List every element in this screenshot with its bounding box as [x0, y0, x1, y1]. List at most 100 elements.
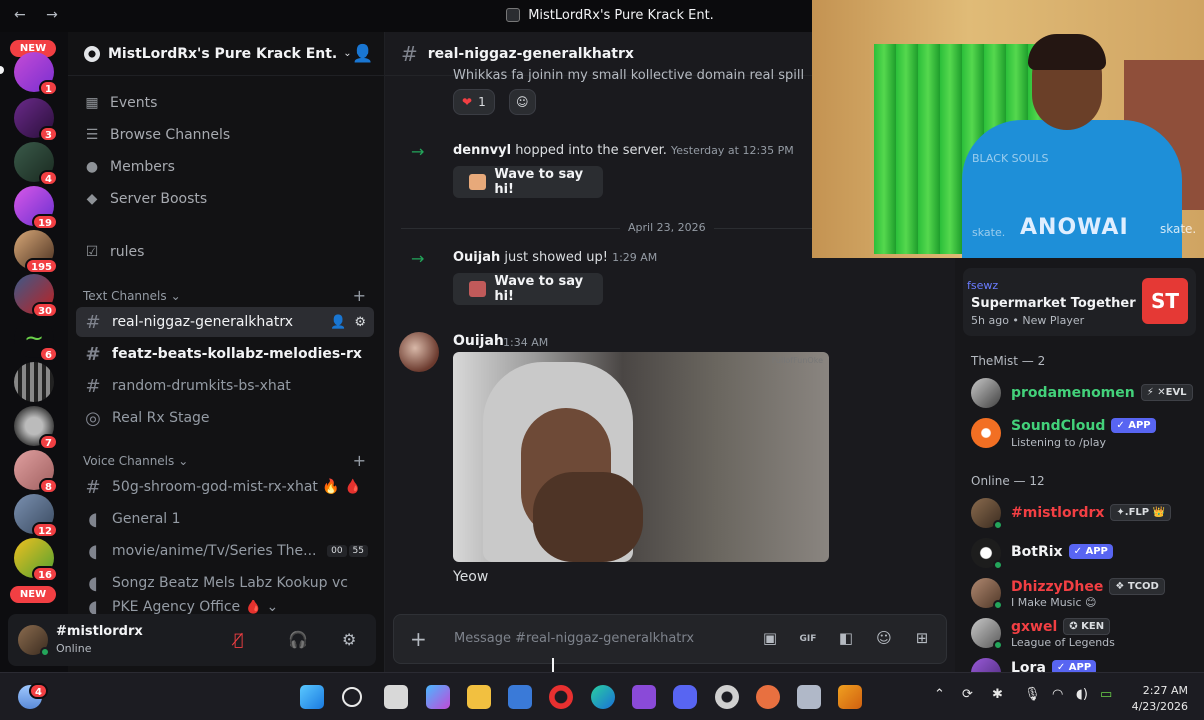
member-row[interactable]: SoundCloud ✓ APP Listening to /play — [971, 416, 1201, 450]
discord-icon[interactable] — [673, 685, 697, 709]
member-row[interactable]: gxwel ✪ KEN League of Legends — [971, 616, 1201, 650]
voice-channel-movie-anime[interactable]: ◖ movie/anime/Tv/Series The... 00 55 — [76, 536, 374, 566]
channel-real-niggaz-generalkhatrx[interactable]: # real-niggaz-generalkhatrx 👤 ⚙ — [76, 307, 374, 337]
voice-channel-songz-beatz[interactable]: ◖ Songz Beatz Mels Labz Kookup vc — [76, 568, 374, 598]
server-icon-2[interactable]: 3 — [14, 98, 58, 142]
timestamp: 1:29 AM — [612, 251, 658, 264]
sticker-icon[interactable]: ◧ — [836, 629, 856, 649]
outlook-icon[interactable] — [508, 685, 532, 709]
windows-start-icon[interactable] — [300, 685, 324, 709]
channel-50g-shroom[interactable]: # 50g-shroom-god-mist-rx-xhat 🔥 🩸 — [76, 472, 374, 502]
role-tag: ✪ KEN — [1063, 618, 1111, 635]
wave-button[interactable]: Wave to say hi! — [453, 273, 603, 305]
server-header[interactable]: MistLordRx's Pure Krack Ent. ⌄ — [68, 32, 385, 76]
server-icon-3[interactable]: 4 — [14, 142, 58, 186]
member-row[interactable]: prodamenomen ⚡ ✕EVL — [971, 376, 1201, 410]
activity-game: Supermarket Together — [971, 296, 1136, 311]
taskbar: 4 ⌃ ⟳ ✱ 🎙 ◠ ◖) ▭ 2:27 AM 4/23/2026 — [0, 672, 1204, 720]
clock-date[interactable]: 4/23/2026 — [1120, 700, 1188, 713]
server-icon-8[interactable] — [14, 362, 54, 402]
unread-badge: 8 — [39, 478, 58, 494]
headphones-icon[interactable]: 🎧 — [288, 630, 308, 649]
voice-channel-general-1[interactable]: ◖ General 1 — [76, 504, 374, 534]
clipchamp-icon[interactable] — [632, 685, 656, 709]
fl-studio-icon[interactable] — [838, 685, 862, 709]
gift-icon[interactable]: ▣ — [760, 629, 780, 649]
member-row[interactable]: Lora ✓ APP — [971, 656, 1201, 672]
join-user[interactable]: Ouijah — [453, 250, 500, 265]
channel-real-rx-stage[interactable]: ◎ Real Rx Stage — [76, 403, 374, 433]
message-author[interactable]: Ouijah — [453, 333, 504, 349]
new-badge: NEW — [10, 586, 56, 603]
member-name: BotRix ✓ APP — [1011, 544, 1113, 560]
member-row[interactable]: DhizzyDhee ❖ TCOD I Make Music 😊 — [971, 576, 1201, 610]
task-view-icon[interactable] — [384, 685, 408, 709]
category-label: Voice Channels — [83, 454, 175, 468]
gif-icon[interactable]: GIF — [798, 629, 818, 649]
chevron-up-icon[interactable]: ⌃ — [934, 687, 945, 702]
battery-icon[interactable]: ▭ — [1100, 687, 1112, 702]
volume-icon[interactable]: ◖) — [1076, 687, 1088, 702]
file-explorer-icon[interactable] — [467, 685, 491, 709]
sync-icon[interactable]: ⟳ — [962, 687, 973, 702]
clock-time[interactable]: 2:27 AM — [1128, 684, 1188, 697]
join-text: hopped into the server. — [515, 143, 667, 158]
member-list: fsewz Supermarket Together 5h ago • New … — [955, 258, 1204, 672]
gif-embed[interactable]: FullofFunOke — [453, 352, 829, 562]
gear-icon[interactable]: ⚙ — [342, 630, 356, 649]
member-row[interactable]: #mistlordrx ✦.FLP 👑 — [971, 496, 1201, 530]
copilot-icon[interactable] — [426, 685, 450, 709]
member-group-header: Online — 12 — [971, 474, 1045, 488]
nav-members[interactable]: ● Members — [84, 153, 175, 181]
server-icon-10[interactable]: 8 — [14, 450, 58, 494]
search-icon[interactable] — [342, 687, 362, 707]
unread-badge: 1 — [39, 80, 58, 96]
category-text-channels[interactable]: Text Channels ⌄ — [83, 289, 373, 303]
channel-rules[interactable]: ☑ rules — [84, 238, 145, 266]
server-icon-4[interactable]: 19 — [14, 186, 58, 230]
user-name[interactable]: #mistlordrx — [56, 624, 143, 639]
channel-featz-beats[interactable]: # featz-beats-kollabz-melodies-rx — [76, 339, 374, 369]
count: 00 — [327, 545, 347, 557]
opera-icon[interactable] — [549, 685, 573, 709]
nav-browse-channels[interactable]: ☰ Browse Channels — [84, 121, 230, 149]
server-icon-7[interactable]: ~6 — [14, 318, 58, 362]
voice-channel-pke-agency[interactable]: ◖ PKE Agency Office 🩸 ⌄ — [76, 600, 374, 614]
add-channel-icon[interactable]: + — [353, 286, 366, 305]
server-icon-11[interactable]: 12 — [14, 494, 58, 538]
app-icon[interactable] — [756, 685, 780, 709]
join-user[interactable]: dennvyl — [453, 143, 511, 158]
weather-icon[interactable]: 4 — [18, 683, 48, 709]
online-status-dot — [40, 647, 50, 657]
apps-icon[interactable]: ⊞ — [912, 629, 932, 649]
add-channel-icon[interactable]: + — [353, 451, 366, 470]
invite-icon[interactable]: 👤 — [330, 315, 346, 330]
server-icon-1[interactable]: 1 — [14, 52, 58, 96]
server-icon-5[interactable]: 195 — [14, 230, 58, 274]
channel-random-drumkits[interactable]: # random-drumkits-bs-xhat — [76, 371, 374, 401]
avatar[interactable] — [399, 332, 439, 372]
add-reaction-button[interactable]: ☺ — [509, 89, 536, 115]
nav-events[interactable]: ▦ Events — [84, 89, 157, 117]
server-icon-12[interactable]: 16 — [14, 538, 58, 582]
category-voice-channels[interactable]: Voice Channels ⌄ — [83, 454, 373, 468]
nav-server-boosts[interactable]: ◆ Server Boosts — [84, 185, 208, 213]
wifi-icon[interactable]: ◠ — [1052, 687, 1063, 702]
message-input[interactable]: Message #real-niggaz-generalkhatrx — [454, 631, 694, 646]
wave-button[interactable]: Wave to say hi! — [453, 166, 603, 198]
server-icon-9[interactable]: 7 — [14, 406, 58, 450]
tray-app-icon[interactable]: ✱ — [992, 687, 1003, 702]
server-icon-6[interactable]: 30 — [14, 274, 58, 318]
add-attachment-icon[interactable]: + — [410, 627, 427, 651]
window-title: MistLordRx's Pure Krack Ent. — [528, 7, 714, 23]
invite-people-icon[interactable]: 👤 — [352, 44, 373, 64]
edge-icon[interactable] — [591, 685, 615, 709]
reaction-heart[interactable]: ❤ 1 — [453, 89, 495, 115]
member-row[interactable]: BotRix ✓ APP — [971, 536, 1201, 570]
microphone-icon[interactable]: 🎙 — [1024, 687, 1041, 702]
camera-icon[interactable] — [797, 685, 821, 709]
gear-icon[interactable]: ⚙ — [354, 315, 366, 330]
mute-mic-icon[interactable]: 🎙̸ — [234, 630, 244, 649]
obs-icon[interactable] — [715, 685, 739, 709]
emoji-icon[interactable]: ☺ — [874, 629, 894, 649]
